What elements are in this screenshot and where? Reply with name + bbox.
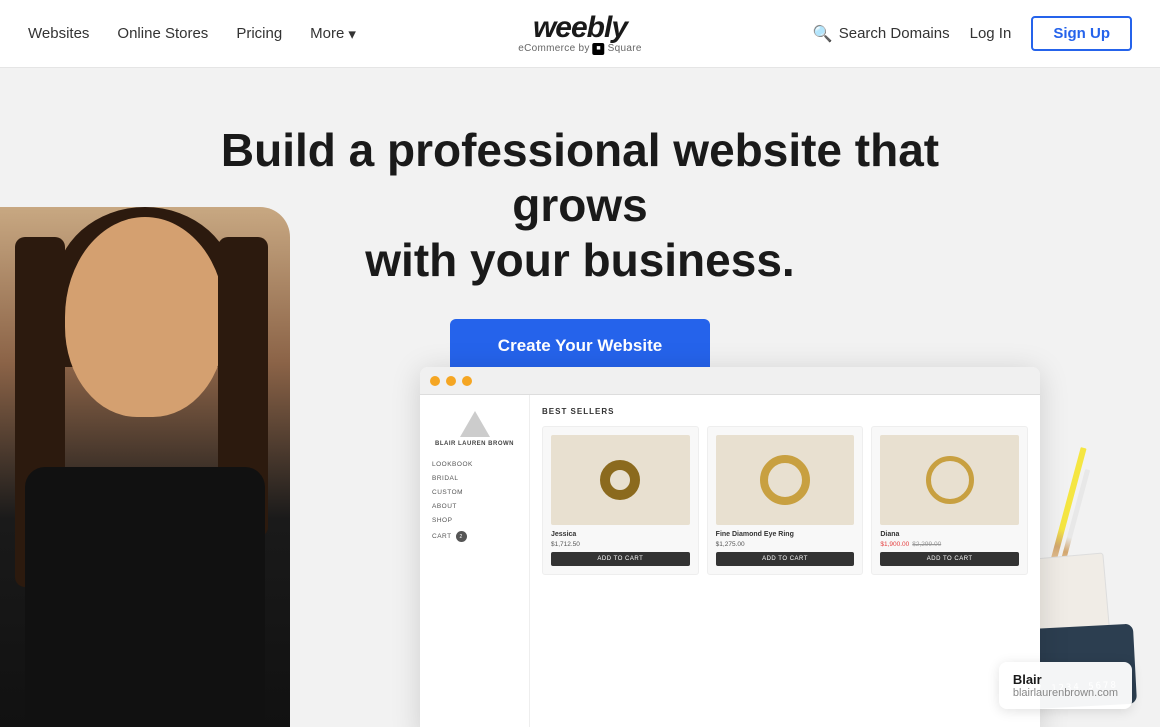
- window-dot-green: [462, 376, 472, 386]
- person-face: [65, 217, 225, 417]
- chevron-down-icon: ▾: [348, 25, 356, 43]
- product-name-3: Diana: [880, 531, 1019, 538]
- nav-pricing[interactable]: Pricing: [236, 25, 282, 42]
- add-to-cart-btn-3[interactable]: ADD TO CART: [880, 552, 1019, 566]
- mockup-product-2: Fine Diamond Eye Ring $1,275.00 ADD TO C…: [707, 426, 864, 575]
- cart-badge: 2: [456, 531, 467, 542]
- mockup-product-img-1: [551, 435, 690, 525]
- mockup-logo-area: BLAIR LAUREN BROWN: [432, 411, 517, 447]
- header: Websites Online Stores Pricing More ▾ we…: [0, 0, 1160, 68]
- ring-gold-icon: [760, 455, 810, 505]
- person-silhouette: [0, 207, 290, 727]
- search-domains-link[interactable]: 🔍 Search Domains: [813, 24, 950, 44]
- mockup-nav-custom: CUSTOM: [432, 489, 517, 496]
- search-icon: 🔍: [813, 24, 833, 44]
- mockup-logo-triangle: [460, 411, 490, 437]
- website-mockup: BLAIR LAUREN BROWN LOOKBOOK BRIDAL CUSTO…: [420, 367, 1040, 727]
- nav-left: Websites Online Stores Pricing More ▾: [28, 25, 356, 43]
- blair-name: Blair: [1013, 672, 1118, 687]
- hero-section: Build a professional website that grows …: [0, 68, 1160, 727]
- mockup-section-title: BEST SELLERS: [542, 407, 1028, 416]
- product-name-2: Fine Diamond Eye Ring: [716, 531, 855, 538]
- mockup-product-1: Jessica $1,712.50 ADD TO CART: [542, 426, 699, 575]
- logo-subtitle: eCommerce by ■ Square: [518, 43, 641, 55]
- mockup-main: BEST SELLERS Jessica $1,712.50 ADD TO CA…: [530, 395, 1040, 727]
- mockup-nav-bridal: BRIDAL: [432, 475, 517, 482]
- mockup-nav-cart: CART 2: [432, 531, 517, 542]
- mockup-nav-lookbook: LOOKBOOK: [432, 461, 517, 468]
- create-website-button[interactable]: Create Your Website: [450, 319, 710, 373]
- pencils-decoration: [1050, 447, 1096, 567]
- mockup-titlebar: [420, 367, 1040, 395]
- nav-right: 🔍 Search Domains Log In Sign Up: [813, 16, 1132, 51]
- product-sale-price-3: $1,900.00: [880, 541, 909, 548]
- add-to-cart-btn-1[interactable]: ADD TO CART: [551, 552, 690, 566]
- window-dot-red: [430, 376, 440, 386]
- blair-info-box: Blair blairlaurenbrown.com: [999, 662, 1132, 709]
- mockup-sidebar: BLAIR LAUREN BROWN LOOKBOOK BRIDAL CUSTO…: [420, 395, 530, 727]
- mockup-product-3: Diana $1,900.00 $2,299.00 ADD TO CART: [871, 426, 1028, 575]
- logo[interactable]: weebly eCommerce by ■ Square: [518, 13, 641, 55]
- mockup-product-img-2: [716, 435, 855, 525]
- nav-more[interactable]: More ▾: [310, 25, 356, 43]
- product-orig-price-3: $2,299.00: [912, 541, 941, 548]
- square-icon: ■: [593, 43, 605, 55]
- mockup-nav-shop: SHOP: [432, 517, 517, 524]
- login-button[interactable]: Log In: [970, 25, 1012, 42]
- nav-websites[interactable]: Websites: [28, 25, 89, 42]
- logo-text: weebly: [533, 13, 627, 43]
- mockup-product-img-3: [880, 435, 1019, 525]
- add-to-cart-btn-2[interactable]: ADD TO CART: [716, 552, 855, 566]
- mockup-body: BLAIR LAUREN BROWN LOOKBOOK BRIDAL CUSTO…: [420, 395, 1040, 727]
- mockup-nav-about: ABOUT: [432, 503, 517, 510]
- person-body: [25, 467, 265, 727]
- mockup-products: Jessica $1,712.50 ADD TO CART Fine Diamo…: [542, 426, 1028, 575]
- product-price-1: $1,712.50: [551, 541, 690, 548]
- blair-url: blairlaurenbrown.com: [1013, 687, 1118, 699]
- person-illustration: [0, 207, 290, 727]
- signup-button[interactable]: Sign Up: [1031, 16, 1132, 51]
- product-price-2: $1,275.00: [716, 541, 855, 548]
- nav-online-stores[interactable]: Online Stores: [117, 25, 208, 42]
- mockup-brand: BLAIR LAUREN BROWN: [435, 441, 514, 447]
- ring-dark-icon: [600, 460, 640, 500]
- window-dot-yellow: [446, 376, 456, 386]
- product-name-1: Jessica: [551, 531, 690, 538]
- ring-thin-icon: [926, 456, 974, 504]
- hero-headline: Build a professional website that grows …: [170, 123, 990, 289]
